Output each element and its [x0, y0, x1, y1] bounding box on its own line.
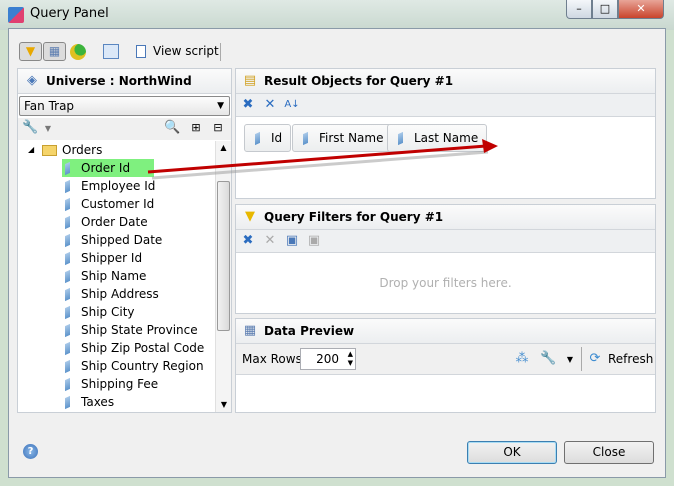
drag-arrow — [147, 139, 498, 180]
arrow-head — [482, 139, 498, 153]
arrow-line — [147, 144, 487, 174]
dimension-icon — [65, 161, 70, 176]
